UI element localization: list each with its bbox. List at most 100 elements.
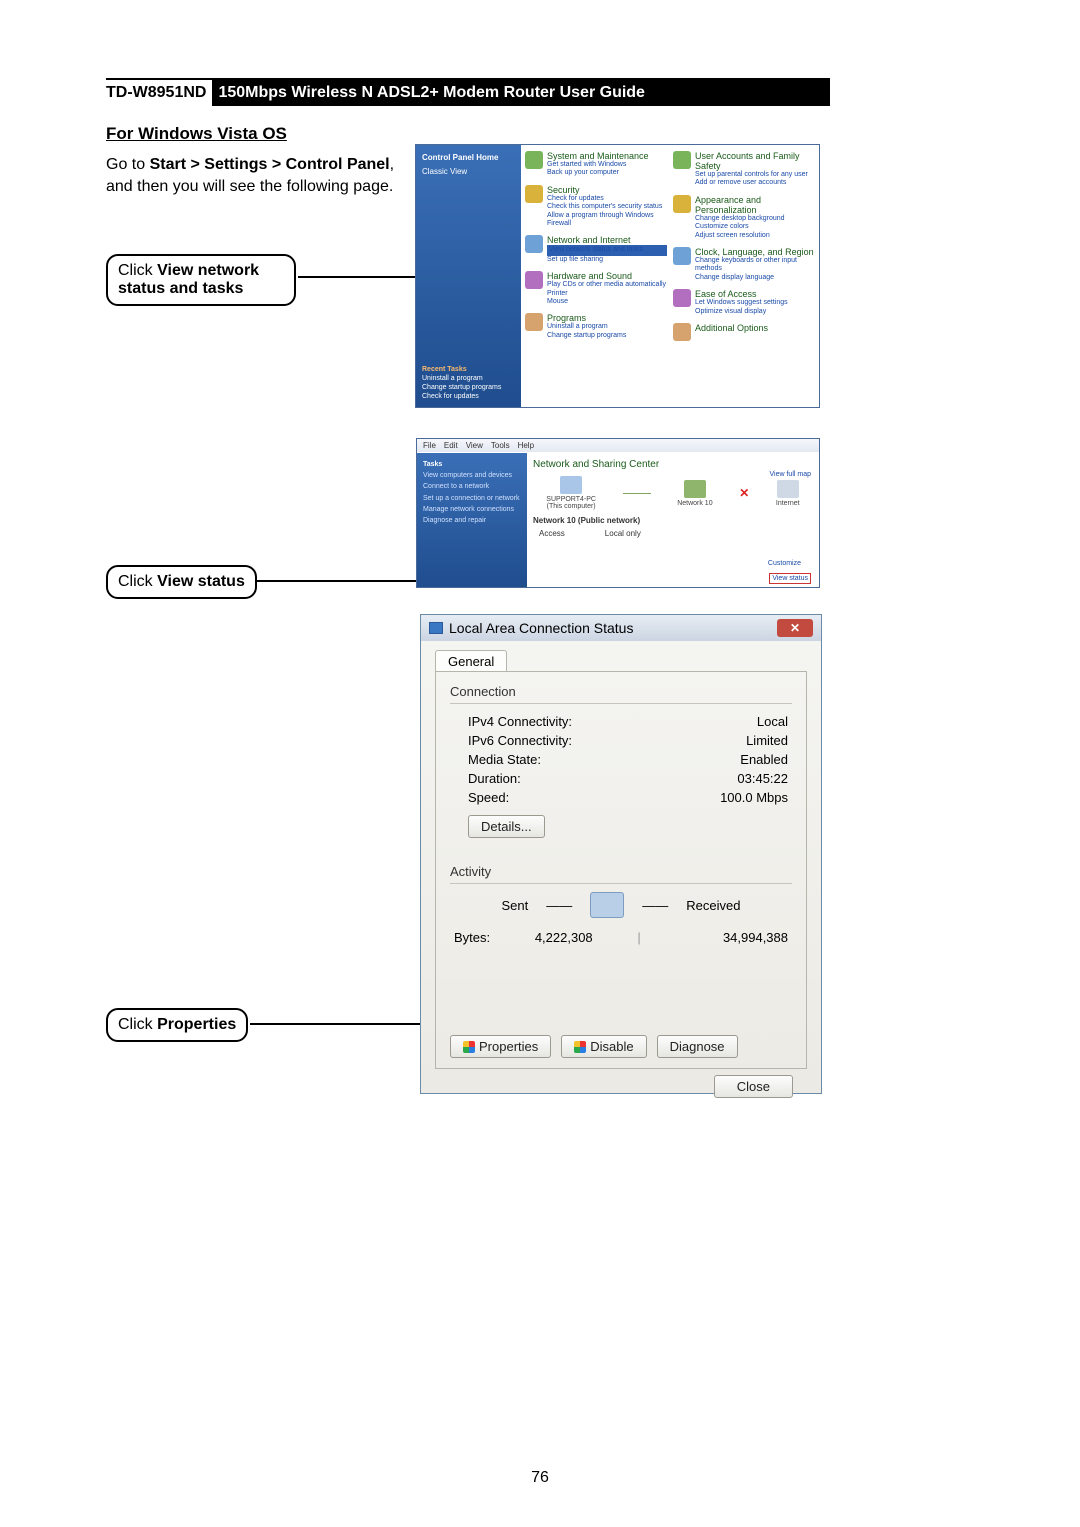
disconnected-icon: ✕ xyxy=(739,486,749,500)
category-sublink[interactable]: Customize colors xyxy=(695,223,815,231)
category-icon xyxy=(525,313,543,331)
cp-category[interactable]: Network and InternetView network status … xyxy=(525,235,667,264)
category-sublink[interactable]: Play CDs or other media automatically xyxy=(547,281,667,289)
recent-tasks-heading: Recent Tasks xyxy=(422,365,515,374)
activity-icon xyxy=(590,892,624,918)
close-icon[interactable]: ✕ xyxy=(777,619,813,637)
category-sublink[interactable]: Allow a program through Windows Firewall xyxy=(547,212,667,229)
menu-item[interactable]: View xyxy=(466,441,483,450)
shield-icon xyxy=(574,1041,586,1053)
menu-item[interactable]: Edit xyxy=(444,441,458,450)
recent-task[interactable]: Uninstall a program xyxy=(422,374,515,383)
category-title[interactable]: Programs xyxy=(547,313,667,323)
group-connection: Connection xyxy=(450,684,792,699)
task-link[interactable]: Connect to a network xyxy=(423,481,521,492)
category-title[interactable]: User Accounts and Family Safety xyxy=(695,151,815,171)
category-sublink[interactable]: Get started with Windows xyxy=(547,161,667,169)
group-activity: Activity xyxy=(450,864,792,879)
control-panel-screenshot: Control Panel Home Classic View Recent T… xyxy=(415,144,820,408)
cp-category[interactable]: System and MaintenanceGet started with W… xyxy=(525,151,667,178)
disable-button[interactable]: Disable xyxy=(561,1035,646,1058)
category-title[interactable]: Security xyxy=(547,185,667,195)
category-title[interactable]: Appearance and Personalization xyxy=(695,195,815,215)
callout-properties: Click Properties xyxy=(106,1008,248,1042)
category-sublink[interactable]: Printer xyxy=(547,290,667,298)
callout-view-status: Click View status xyxy=(106,565,257,599)
model-number: TD-W8951ND xyxy=(106,80,212,106)
category-title[interactable]: System and Maintenance xyxy=(547,151,667,161)
category-title[interactable]: Additional Options xyxy=(695,323,815,333)
category-sublink[interactable]: Set up file sharing xyxy=(547,256,667,264)
section-heading: For Windows Vista OS xyxy=(106,124,830,144)
category-sublink[interactable]: Change display language xyxy=(695,274,815,282)
category-sublink[interactable]: Optimize visual display xyxy=(695,308,815,316)
category-sublink[interactable]: Change desktop background xyxy=(695,215,815,223)
intro-text: Go to Start > Settings > Control Panel, … xyxy=(106,154,396,197)
category-sublink[interactable]: Set up parental controls for any user xyxy=(695,171,815,179)
diagnose-button[interactable]: Diagnose xyxy=(657,1035,738,1058)
category-sublink[interactable]: Adjust screen resolution xyxy=(695,232,815,240)
cp-category[interactable]: Clock, Language, and RegionChange keyboa… xyxy=(673,247,815,282)
category-icon xyxy=(525,185,543,203)
dialog-title: Local Area Connection Status xyxy=(449,620,633,636)
network-icon xyxy=(684,480,706,498)
category-sublink[interactable]: Check for updates xyxy=(547,195,667,203)
cp-category[interactable]: Appearance and PersonalizationChange des… xyxy=(673,195,815,240)
cp-category[interactable]: Additional Options xyxy=(673,323,815,333)
category-sublink[interactable]: Change keyboards or other input methods xyxy=(695,257,815,274)
cp-classic-view[interactable]: Classic View xyxy=(422,167,515,177)
task-link[interactable]: Manage network connections xyxy=(423,504,521,515)
shield-icon xyxy=(463,1041,475,1053)
menu-item[interactable]: File xyxy=(423,441,436,450)
task-link[interactable]: Set up a connection or network xyxy=(423,493,521,504)
task-link[interactable]: View computers and devices xyxy=(423,470,521,481)
category-sublink[interactable]: Back up your computer xyxy=(547,169,667,177)
category-title[interactable]: Clock, Language, and Region xyxy=(695,247,815,257)
category-icon xyxy=(673,247,691,265)
category-sublink[interactable]: Add or remove user accounts xyxy=(695,179,815,187)
category-sublink[interactable]: Change startup programs xyxy=(547,332,667,340)
view-status-link[interactable]: View status xyxy=(769,573,811,584)
node-internet: Internet xyxy=(776,480,800,507)
customize-link[interactable]: Customize xyxy=(768,560,801,567)
category-icon xyxy=(673,289,691,307)
network-label: Network 10 (Public network) xyxy=(533,516,640,525)
cp-home-link[interactable]: Control Panel Home xyxy=(422,153,515,163)
category-sublink[interactable]: Let Windows suggest settings xyxy=(695,299,815,307)
doc-header: TD-W8951ND 150Mbps Wireless N ADSL2+ Mod… xyxy=(106,78,830,106)
details-button[interactable]: Details... xyxy=(468,815,545,838)
properties-button[interactable]: Properties xyxy=(450,1035,551,1058)
cp-category[interactable]: SecurityCheck for updatesCheck this comp… xyxy=(525,185,667,229)
recent-task[interactable]: Change startup programs xyxy=(422,383,515,392)
category-sublink[interactable]: View network status and tasks xyxy=(547,245,667,255)
category-title[interactable]: Network and Internet xyxy=(547,235,667,245)
category-sublink[interactable]: Check this computer's security status xyxy=(547,203,667,211)
close-button[interactable]: Close xyxy=(714,1075,793,1098)
callout-view-network-status: Click View network status and tasks xyxy=(106,254,296,306)
menu-item[interactable]: Tools xyxy=(491,441,510,450)
category-sublink[interactable]: Mouse xyxy=(547,298,667,306)
cp-category[interactable]: ProgramsUninstall a programChange startu… xyxy=(525,313,667,340)
arrow-3 xyxy=(250,1023,440,1025)
tab-general[interactable]: General xyxy=(435,650,507,672)
category-title[interactable]: Hardware and Sound xyxy=(547,271,667,281)
category-icon xyxy=(525,235,543,253)
category-icon xyxy=(673,323,691,341)
node-this-pc: SUPPORT4-PC (This computer) xyxy=(546,476,596,510)
task-link[interactable]: Diagnose and repair xyxy=(423,515,521,526)
dialog-titlebar: Local Area Connection Status ✕ xyxy=(421,615,821,641)
menu-item[interactable]: Help xyxy=(518,441,534,450)
recent-task[interactable]: Check for updates xyxy=(422,392,515,401)
cp-category[interactable]: Ease of AccessLet Windows suggest settin… xyxy=(673,289,815,316)
category-title[interactable]: Ease of Access xyxy=(695,289,815,299)
cp-category[interactable]: Hardware and SoundPlay CDs or other medi… xyxy=(525,271,667,306)
doc-title: 150Mbps Wireless N ADSL2+ Modem Router U… xyxy=(212,80,830,106)
cp-category[interactable]: User Accounts and Family SafetySet up pa… xyxy=(673,151,815,188)
category-icon xyxy=(525,271,543,289)
ns-heading: Network and Sharing Center xyxy=(533,459,813,470)
category-icon xyxy=(673,195,691,213)
network-sharing-screenshot: FileEditViewToolsHelp Tasks View compute… xyxy=(416,438,820,588)
category-sublink[interactable]: Uninstall a program xyxy=(547,323,667,331)
view-full-map-link[interactable]: View full map xyxy=(769,471,811,478)
category-icon xyxy=(673,151,691,169)
